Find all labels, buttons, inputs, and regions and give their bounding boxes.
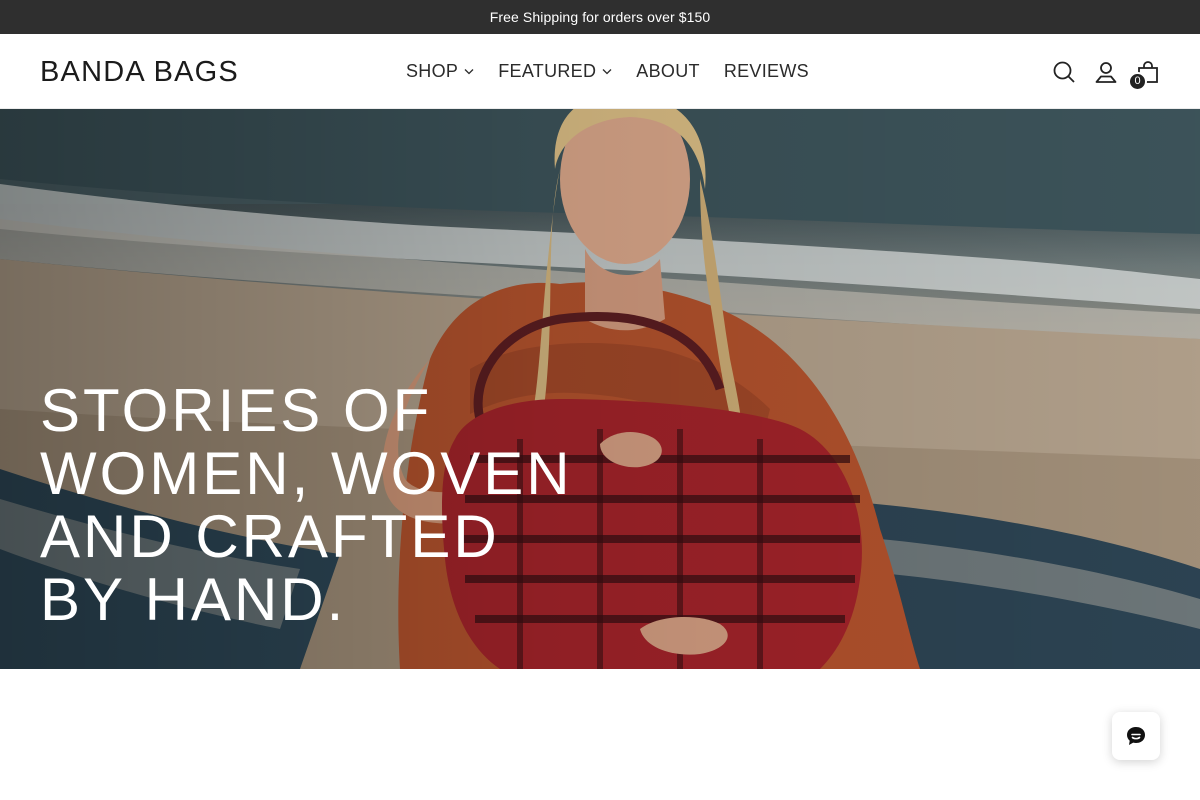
- main-nav: SHOP FEATURED ABOUT REVIEWS: [406, 34, 809, 109]
- chevron-down-icon: [602, 69, 612, 75]
- nav-item-label: FEATURED: [498, 61, 597, 81]
- nav-item-label: REVIEWS: [723, 61, 809, 81]
- announcement-bar: Free Shipping for orders over $150: [0, 0, 1200, 34]
- nav-item-shop[interactable]: SHOP: [406, 61, 474, 82]
- account-icon: [1095, 61, 1117, 83]
- nav-item-label: SHOP: [406, 61, 459, 81]
- nav-item-label: ABOUT: [636, 61, 700, 81]
- nav-item-featured[interactable]: FEATURED: [498, 61, 612, 82]
- site-header: BANDA BAGS SHOP FEATURED ABOUT REVIEWS 0: [0, 34, 1200, 109]
- announcement-text: Free Shipping for orders over $150: [489, 9, 711, 25]
- cart-count-badge: 0: [1128, 71, 1147, 91]
- search-icon: [1053, 61, 1075, 83]
- hero-banner: STORIES OF WOMEN, WOVEN AND CRAFTED BY H…: [0, 109, 1200, 669]
- chevron-down-icon: [464, 69, 474, 75]
- nav-item-reviews[interactable]: REVIEWS: [724, 61, 809, 82]
- search-button[interactable]: [1052, 60, 1076, 84]
- header-icons: 0: [1052, 34, 1160, 109]
- nav-item-about[interactable]: ABOUT: [636, 61, 700, 82]
- chat-icon: [1127, 727, 1145, 745]
- hero-heading: STORIES OF WOMEN, WOVEN AND CRAFTED BY H…: [40, 377, 573, 633]
- chat-button[interactable]: [1112, 712, 1160, 760]
- logo[interactable]: BANDA BAGS: [40, 53, 239, 91]
- cart-button[interactable]: 0: [1128, 60, 1160, 91]
- account-button[interactable]: [1094, 60, 1118, 84]
